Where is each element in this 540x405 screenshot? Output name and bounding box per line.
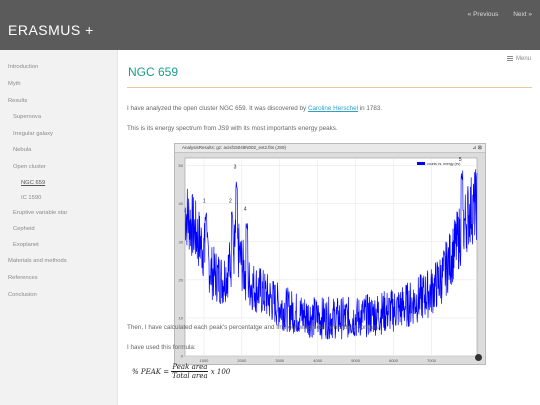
hamburger-icon	[506, 56, 513, 61]
y-tick-label: 50	[179, 163, 184, 168]
sidebar-item-ic-1590[interactable]: IC 1590	[21, 195, 41, 201]
x-tick-label: 5000	[351, 358, 361, 363]
y-tick-label: 30	[179, 239, 184, 244]
peak-label: 1	[203, 199, 206, 205]
sidebar-item-open-cluster[interactable]: Open cluster	[13, 164, 46, 170]
y-tick-label: 20	[179, 277, 184, 282]
sidebar-item-references[interactable]: References	[8, 275, 38, 281]
sidebar-item-myth[interactable]: Myth	[8, 81, 21, 87]
peak-formula: % PEAK = Peak area Total area x 100	[132, 363, 230, 380]
intro-paragraph: I have analyzed the open cluster NGC 659…	[127, 105, 382, 112]
x-tick-label: 7000	[427, 358, 437, 363]
sidebar-item-nebula[interactable]: Nebula	[13, 147, 31, 153]
formula-fraction: Peak area Total area	[171, 363, 209, 380]
formula-right: x 100	[210, 367, 231, 376]
previous-link[interactable]: « Previous	[468, 11, 499, 18]
sidebar-item-ngc-659[interactable]: NGC 659	[21, 180, 45, 186]
sidebar-item-supernova[interactable]: Supernova	[13, 114, 41, 120]
energy-spectrum-chart: 1000 2000 3000 4000 5000 6000 7000010203040501…	[179, 157, 478, 363]
x-tick-label: 4000	[313, 358, 323, 363]
peak-label: 2	[229, 199, 232, 205]
sidebar: Introduction Myth Results Supernova Irre…	[0, 50, 118, 405]
next-link[interactable]: Next »	[513, 11, 532, 18]
intro-prefix: I have analyzed the open cluster NGC 659…	[127, 105, 308, 112]
sidebar-item-introduction[interactable]: Introduction	[8, 64, 38, 70]
gear-icon[interactable]	[475, 354, 482, 361]
window-controls-icon[interactable]: ⊿ ⊠	[472, 145, 482, 151]
sidebar-item-conclusion[interactable]: Conclusion	[8, 292, 37, 298]
analysis-plot-window[interactable]: AnalysisResults: gz: acisf15048N002_evt2…	[174, 143, 486, 365]
caroline-herschel-link[interactable]: Caroline Herschel	[308, 105, 358, 112]
top-bar: ERASMUS + « Previous Next »	[0, 0, 540, 50]
title-divider	[127, 87, 532, 88]
peak-label: 4	[244, 206, 247, 212]
sidebar-item-cepheid[interactable]: Cepheid	[13, 226, 35, 232]
y-tick-label: 0	[181, 354, 184, 359]
menu-button[interactable]: Menu	[506, 56, 531, 62]
formula-left: % PEAK =	[132, 367, 170, 376]
page-title: NGC 659	[128, 65, 179, 79]
x-tick-label: 6000	[389, 358, 399, 363]
y-tick-label: 40	[179, 201, 184, 206]
peak-label: 3	[234, 164, 237, 170]
legend-swatch	[417, 162, 425, 165]
plot-window-title: AnalysisResults: gz: acisf15048N002_evt2…	[182, 145, 287, 150]
sidebar-item-eruptive-variable-star[interactable]: Eruptive variable star	[13, 210, 67, 216]
x-tick-label: 2000	[237, 358, 247, 363]
sidebar-item-irregular-galaxy[interactable]: Irregular galaxy	[13, 131, 53, 137]
formula-numerator: Peak area	[171, 363, 209, 372]
menu-label: Menu	[515, 56, 531, 62]
intro-suffix: in 1783.	[358, 105, 383, 112]
main-content: Menu NGC 659 I have analyzed the open cl…	[118, 50, 540, 405]
x-tick-label: 3000	[275, 358, 285, 363]
plot-titlebar: AnalysisResults: gz: acisf15048N002_evt2…	[175, 144, 485, 153]
legend-label: counts vs. energy (ev)	[427, 162, 460, 166]
pager-nav: « Previous Next »	[455, 11, 532, 18]
spectrum-paragraph: This is its energy spectrum from JS9 wit…	[127, 125, 338, 132]
formula-intro: I have used this formula:	[127, 344, 196, 351]
sidebar-item-materials-and-methods[interactable]: Materials and methods	[8, 258, 67, 264]
sidebar-item-exoplanet[interactable]: Exoplanet	[13, 242, 39, 248]
y-tick-label: 10	[179, 315, 184, 320]
sidebar-item-results[interactable]: Results	[8, 98, 27, 104]
after-paragraph: Then, I have calculated each peak's perc…	[127, 324, 380, 331]
site-title[interactable]: ERASMUS +	[8, 22, 94, 38]
formula-denominator: Total area	[172, 372, 208, 380]
